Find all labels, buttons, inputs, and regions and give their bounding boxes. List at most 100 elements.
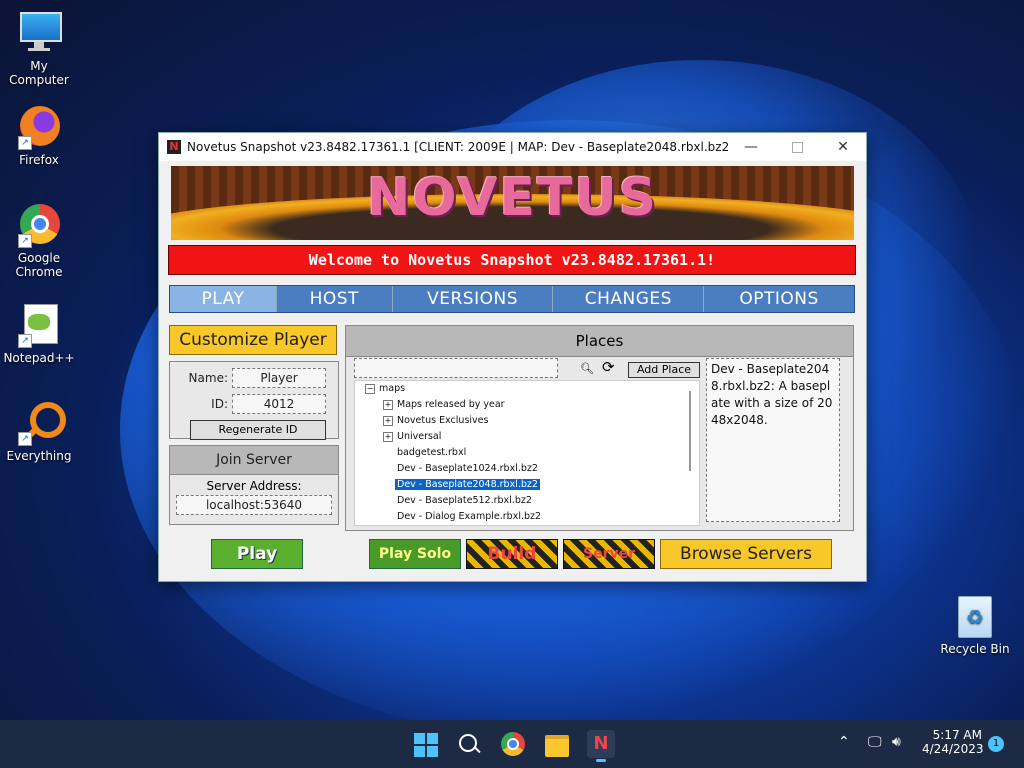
tree-node[interactable]: Dev - Dialog Example.rbxl.bz2 [355,509,699,525]
clock[interactable]: 5:17 AM 4/24/2023 [922,728,984,756]
taskbar: N ⌃ 🖵︎ 🔊︎ 5:17 AM 4/24/2023 1 [0,720,1024,768]
start-button[interactable] [411,730,439,758]
desktop-icon-notepad-plus-plus[interactable]: ↗ Notepad++ [0,302,78,365]
firefox-icon: ↗ [16,104,62,150]
maximize-button[interactable] [774,133,820,161]
desktop-icon-label: My Computer [9,59,69,87]
desktop-icon-label: Firefox [19,153,59,167]
novetus-window: N Novetus Snapshot v23.8482.17361.1 [CLI… [158,132,867,582]
desktop-icon-label: Everything [6,449,72,463]
search-icon [459,734,481,754]
shortcut-arrow-icon: ↗ [18,234,32,248]
windows-logo-icon [414,733,438,757]
server-button[interactable]: Server [563,539,655,569]
clock-time: 5:17 AM [932,728,982,742]
recycle-bin-icon: ♻ [958,596,992,638]
maximize-icon [791,141,803,153]
id-field[interactable]: 4012 [232,394,326,414]
network-icon[interactable]: 🖵︎ [868,734,882,750]
tree-root-node[interactable]: − maps [355,381,699,397]
place-search-input[interactable] [354,358,558,378]
tree-node[interactable]: + Universal [355,429,699,445]
desktop-icon-label: Google Chrome [15,251,63,279]
places-tree[interactable]: − maps + Maps released by year + Novetus Ex… [354,380,700,526]
desktop-icon-firefox[interactable]: ↗ Firefox [0,104,78,167]
id-label: ID: [211,397,228,411]
expand-icon[interactable]: + [383,431,393,442]
build-button[interactable]: Build [466,539,558,569]
close-icon: ✕ [837,139,849,155]
welcome-banner: Welcome to Novetus Snapshot v23.8482.173… [168,245,856,275]
taskbar-novetus[interactable]: N [587,730,615,762]
novetus-icon: N [593,733,609,754]
places-header: Places [346,326,853,357]
volume-icon[interactable]: 🔊︎ [892,734,901,750]
magnifier-icon: ↗ [16,400,66,446]
add-place-button[interactable]: Add Place [628,362,700,378]
tree-node-selected[interactable]: Dev - Baseplate2048.rbxl.bz2 [355,477,699,493]
taskbar-file-explorer[interactable] [543,730,571,758]
play-button[interactable]: Play [211,539,303,569]
search-button[interactable] [455,730,483,758]
server-address-field[interactable]: localhost:53640 [176,495,332,515]
novetus-app-icon: N [167,140,181,154]
tab-host[interactable]: HOST [277,286,393,312]
tab-play[interactable]: PLAY [170,286,277,312]
tree-node[interactable]: Dev - Baseplate512.rbxl.bz2 [355,493,699,509]
desktop-icon-everything[interactable]: ↗ Everything [0,400,78,463]
tree-scrollbar[interactable] [689,391,691,471]
tree-node[interactable]: Dev - Baseplate1024.rbxl.bz2 [355,461,699,477]
chrome-icon [501,732,525,756]
monitor-icon [16,10,62,56]
tab-options[interactable]: OPTIONS [704,286,854,312]
notification-badge[interactable]: 1 [988,736,1004,752]
play-solo-button[interactable]: Play Solo [369,539,461,569]
desktop-icon-google-chrome[interactable]: ↗ Google Chrome [0,202,78,279]
search-icon[interactable]: 🔍︎ [580,362,594,375]
name-field[interactable]: Player [232,368,326,388]
expand-icon[interactable]: + [383,415,393,426]
expand-icon[interactable]: + [383,399,393,410]
shortcut-arrow-icon: ↗ [18,136,32,150]
chrome-icon: ↗ [16,202,62,248]
tree-node[interactable]: + Novetus Exclusives [355,413,699,429]
close-button[interactable]: ✕ [820,133,866,161]
title-bar[interactable]: N Novetus Snapshot v23.8482.17361.1 [CLI… [159,133,866,161]
minimize-button[interactable]: — [728,133,774,161]
main-tabs: PLAY HOST VERSIONS CHANGES OPTIONS [169,285,855,313]
regenerate-id-button[interactable]: Regenerate ID [190,420,326,440]
name-row: Name: Player [170,368,338,388]
server-address-label: Server Address: [206,479,302,493]
folder-icon [545,735,569,757]
shortcut-arrow-icon: ↗ [18,334,32,348]
refresh-icon[interactable]: ⟳ [602,358,615,376]
tree-node[interactable]: + Maps released by year [355,397,699,413]
desktop-icon-my-computer[interactable]: My Computer [0,10,78,87]
desktop-icon-recycle-bin[interactable]: ♻ Recycle Bin [938,596,1012,656]
notepad-plus-plus-icon: ↗ [16,302,62,348]
player-panel: Customize Player Name: Player ID: 4012 R… [169,325,339,525]
clock-date: 4/24/2023 [922,742,984,756]
join-server-header: Join Server [170,446,338,475]
customize-player-button[interactable]: Customize Player [169,325,337,355]
join-server-box: Join Server Server Address: localhost:53… [169,445,339,525]
window-title: Novetus Snapshot v23.8482.17361.1 [CLIEN… [187,140,728,154]
tab-versions[interactable]: VERSIONS [393,286,554,312]
taskbar-chrome[interactable] [499,730,527,758]
minimize-icon: — [744,139,758,155]
places-panel: Places 🔍︎ ⟳ Add Place − maps + Maps releas… [345,325,854,531]
tab-changes[interactable]: CHANGES [553,286,705,312]
novetus-banner: NOVETUS [171,166,854,240]
novetus-logo: NOVETUS [366,168,659,228]
show-hidden-icons-chevron-up-icon[interactable]: ⌃ [838,734,850,750]
name-label: Name: [188,371,228,385]
place-description: Dev - Baseplate2048.rbxl.bz2: A baseplat… [706,358,840,522]
collapse-icon[interactable]: − [365,383,375,394]
shortcut-arrow-icon: ↗ [18,432,32,446]
tree-node[interactable]: badgetest.rbxl [355,445,699,461]
desktop-icon-label: Notepad++ [3,351,75,365]
player-info-box: Name: Player ID: 4012 Regenerate ID [169,361,339,440]
id-row: ID: 4012 [170,394,338,414]
desktop-icon-label: Recycle Bin [940,642,1010,656]
browse-servers-button[interactable]: Browse Servers [660,539,832,569]
